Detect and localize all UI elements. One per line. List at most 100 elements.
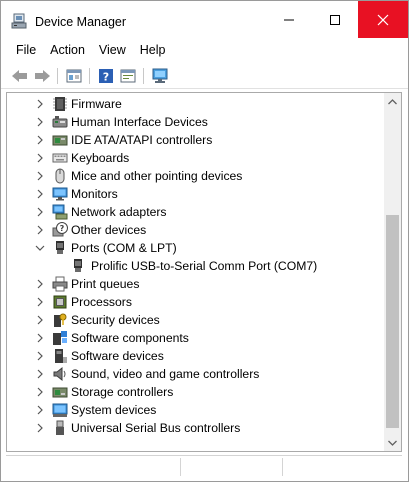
printer-icon: [52, 276, 68, 292]
chevron-right-icon[interactable]: [35, 315, 45, 325]
properties-icon[interactable]: [65, 67, 83, 85]
update-driver-icon[interactable]: [119, 67, 137, 85]
port-icon: [56, 241, 64, 254]
minimize-icon: [284, 19, 294, 20]
chevron-right-icon[interactable]: [35, 369, 45, 379]
device-manager-window: Device Manager File Action View Help ? F…: [0, 0, 409, 482]
toolbar: ?: [1, 63, 408, 89]
tree-item-label: IDE ATA/ATAPI controllers: [71, 133, 213, 147]
svg-text:?: ?: [103, 71, 109, 84]
monitor-icon: [52, 187, 68, 201]
tree-item-processors[interactable]: Processors: [7, 293, 383, 311]
scroll-up-button[interactable]: [384, 93, 401, 110]
tree-item-sound-video-game-controllers[interactable]: Sound, video and game controllers: [7, 365, 383, 383]
device-tree-panel: Firmware Human Interface Devices IDE ATA…: [6, 92, 402, 452]
monitor-scan-icon[interactable]: [151, 67, 169, 85]
chevron-right-icon[interactable]: [35, 387, 45, 397]
status-segment: [6, 458, 180, 476]
window-title: Device Manager: [35, 15, 127, 29]
menu-bar: File Action View Help: [1, 39, 408, 61]
tree-item-security-devices[interactable]: Security devices: [7, 311, 383, 329]
scroll-down-button[interactable]: [384, 434, 401, 451]
scroll-down-icon: [388, 440, 397, 446]
chevron-right-icon[interactable]: [35, 135, 45, 145]
tree-item-label: Monitors: [71, 187, 118, 201]
maximize-button[interactable]: [312, 1, 358, 38]
tree-item-network-adapters[interactable]: Network adapters: [7, 203, 383, 221]
keyboard-icon: [52, 153, 68, 163]
toolbar-separator: [143, 68, 144, 84]
tree-item-label: Software components: [71, 331, 189, 345]
back-arrow-icon[interactable]: [11, 67, 29, 85]
tree-item-firmware[interactable]: Firmware: [7, 95, 383, 113]
chevron-right-icon[interactable]: [35, 99, 45, 109]
tree-item-keyboards[interactable]: Keyboards: [7, 149, 383, 167]
usb-icon: [56, 420, 64, 435]
device-manager-icon: [11, 13, 27, 29]
chevron-right-icon[interactable]: [35, 153, 45, 163]
menu-help[interactable]: Help: [133, 39, 173, 61]
menu-file[interactable]: File: [1, 39, 43, 61]
unknown-device-icon: ?: [52, 222, 68, 237]
chevron-down-icon[interactable]: [35, 243, 45, 253]
tree-item-software-devices[interactable]: Software devices: [7, 347, 383, 365]
chevron-right-icon[interactable]: [35, 351, 45, 361]
chevron-right-icon[interactable]: [35, 297, 45, 307]
tree-item-print-queues[interactable]: Print queues: [7, 275, 383, 293]
menu-view[interactable]: View: [92, 39, 133, 61]
title-bar[interactable]: Device Manager: [1, 1, 408, 38]
tree-item-label: Storage controllers: [71, 385, 174, 399]
software-component-icon: [53, 331, 67, 345]
security-key-icon: [54, 313, 67, 327]
tree-item-universal-serial-bus-controllers[interactable]: Universal Serial Bus controllers: [7, 419, 383, 437]
tree-item-ports-com-lpt[interactable]: Ports (COM & LPT): [7, 239, 383, 257]
tree-item-label: Firmware: [71, 97, 122, 111]
ide-controller-icon: [52, 135, 68, 146]
chevron-right-icon[interactable]: [35, 171, 45, 181]
processor-icon: [53, 295, 67, 309]
tree-item-label: Other devices: [71, 223, 147, 237]
forward-arrow-icon[interactable]: [33, 67, 51, 85]
tree-item-prolific-usb-serial-com7[interactable]: Prolific USB-to-Serial Comm Port (COM7): [7, 257, 383, 275]
scroll-up-icon: [388, 98, 397, 104]
tree-item-software-components[interactable]: Software components: [7, 329, 383, 347]
chevron-right-icon[interactable]: [35, 225, 45, 235]
svg-text:?: ?: [60, 224, 65, 233]
toolbar-separator: [57, 68, 58, 84]
menu-action[interactable]: Action: [43, 39, 92, 61]
tree-item-label: Keyboards: [71, 151, 130, 165]
tree-item-label: Print queues: [71, 277, 140, 291]
chevron-right-icon[interactable]: [35, 279, 45, 289]
speaker-icon: [53, 366, 66, 382]
tree-item-label: Processors: [71, 295, 132, 309]
tree-item-label: Mice and other pointing devices: [71, 169, 243, 183]
vertical-scrollbar[interactable]: [384, 93, 401, 451]
help-icon[interactable]: ?: [97, 67, 115, 85]
mouse-icon: [55, 168, 65, 184]
status-segment: [180, 458, 282, 476]
tree-item-human-interface-devices[interactable]: Human Interface Devices: [7, 113, 383, 131]
scrollbar-thumb[interactable]: [386, 215, 399, 428]
chevron-right-icon[interactable]: [35, 405, 45, 415]
storage-controller-icon: [52, 387, 68, 398]
tree-item-monitors[interactable]: Monitors: [7, 185, 383, 203]
toolbar-separator: [89, 68, 90, 84]
tree-item-label: Human Interface Devices: [71, 115, 208, 129]
chevron-right-icon[interactable]: [35, 423, 45, 433]
tree-item-mice-and-other-pointing-devices[interactable]: Mice and other pointing devices: [7, 167, 383, 185]
maximize-icon: [330, 14, 340, 25]
tree-item-storage-controllers[interactable]: Storage controllers: [7, 383, 383, 401]
close-button[interactable]: [358, 1, 408, 38]
software-device-icon: [55, 349, 67, 363]
chevron-right-icon[interactable]: [35, 333, 45, 343]
firmware-chip-icon: [53, 97, 67, 111]
tree-item-other-devices[interactable]: ? Other devices: [7, 221, 383, 239]
tree-item-label: Network adapters: [71, 205, 167, 219]
chevron-right-icon[interactable]: [35, 117, 45, 127]
chevron-right-icon[interactable]: [35, 189, 45, 199]
tree-item-label: Ports (COM & LPT): [71, 241, 177, 255]
tree-item-ide-ata-atapi-controllers[interactable]: IDE ATA/ATAPI controllers: [7, 131, 383, 149]
tree-item-system-devices[interactable]: System devices: [7, 401, 383, 419]
chevron-right-icon[interactable]: [35, 207, 45, 217]
minimize-button[interactable]: [266, 1, 312, 38]
